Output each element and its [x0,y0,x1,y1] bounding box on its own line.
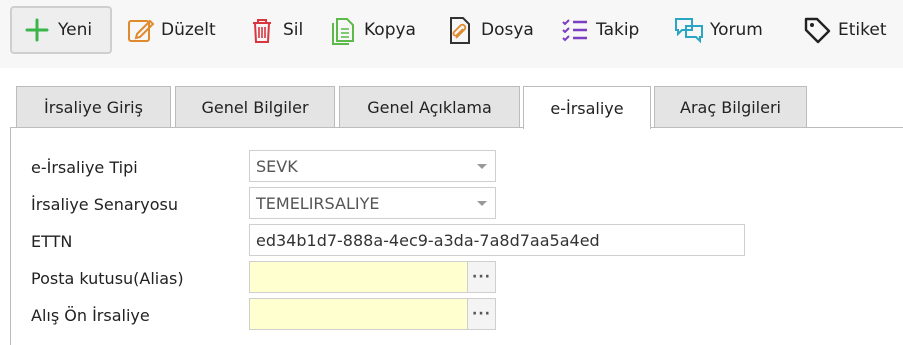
file-button[interactable]: Dosya [445,6,534,54]
copy-icon [328,15,358,45]
tag-button-label: Etiket [838,20,887,40]
alis-on-irsaliye-input[interactable] [249,298,468,330]
tab-genel-aciklama[interactable]: Genel Açıklama [339,86,520,128]
ettn-input[interactable]: ed34b1d7-888a-4ec9-a3da-7a8d7aa5a4ed [249,224,745,256]
senaryo-value: TEMELIRSALIYE [256,193,380,213]
toolbar: Yeni Düzelt Sil Kopya Dosya Takip Yorum … [0,0,903,68]
posta-kutusu-input[interactable] [249,261,468,293]
edit-button[interactable]: Düzelt [125,6,216,54]
copy-button[interactable]: Kopya [328,6,416,54]
ettn-label: ETTN [31,232,73,251]
delete-button-label: Sil [283,20,304,40]
edit-icon [125,15,155,45]
comment-button[interactable]: Yorum [674,6,763,54]
tab-e-irsaliye[interactable]: e-İrsaliye [523,86,651,129]
senaryo-select[interactable]: TEMELIRSALIYE [249,187,496,219]
tab-bar: İrsaliye Giriş Genel Bilgiler Genel Açık… [0,86,903,129]
comment-button-label: Yorum [710,20,763,40]
irsaliye-tipi-value: SEVK [256,156,298,176]
tab-label: Araç Bilgileri [680,98,781,117]
chevron-down-icon [477,164,487,169]
follow-button-label: Takip [596,20,640,40]
copy-button-label: Kopya [364,20,416,40]
file-button-label: Dosya [481,20,534,40]
trash-icon [247,15,277,45]
irsaliye-tipi-label: e-İrsaliye Tipi [31,158,138,177]
ettn-value: ed34b1d7-888a-4ec9-a3da-7a8d7aa5a4ed [256,230,600,250]
chevron-down-icon [477,201,487,206]
checklist-icon [560,15,590,45]
attachment-icon [445,15,475,45]
tab-irsaliye-giris[interactable]: İrsaliye Giriş [16,86,171,128]
tab-label: e-İrsaliye [550,98,624,118]
new-button[interactable]: Yeni [10,6,112,54]
alis-on-irsaliye-lookup-button[interactable]: ··· [467,298,496,330]
irsaliye-tipi-select[interactable]: SEVK [249,150,496,182]
tab-label: Genel Açıklama [367,98,492,117]
alis-on-irsaliye-label: Alış Ön İrsaliye [31,306,150,325]
plus-icon [22,15,52,45]
tag-button[interactable]: Etiket [802,6,887,54]
tab-genel-bilgiler[interactable]: Genel Bilgiler [175,86,335,128]
senaryo-label: İrsaliye Senaryosu [31,195,178,214]
tab-content-panel: e-İrsaliye Tipi SEVK İrsaliye Senaryosu … [10,127,903,345]
tab-label: Genel Bilgiler [201,98,309,117]
new-button-label: Yeni [58,20,93,40]
tag-icon [802,15,832,45]
tab-arac-bilgileri[interactable]: Araç Bilgileri [654,86,807,128]
posta-kutusu-lookup-button[interactable]: ··· [467,261,496,293]
delete-button[interactable]: Sil [247,6,303,54]
follow-button[interactable]: Takip [560,6,639,54]
posta-kutusu-label: Posta kutusu(Alias) [31,269,184,288]
comments-icon [674,15,704,45]
edit-button-label: Düzelt [161,20,216,40]
tab-label: İrsaliye Giriş [44,98,143,117]
